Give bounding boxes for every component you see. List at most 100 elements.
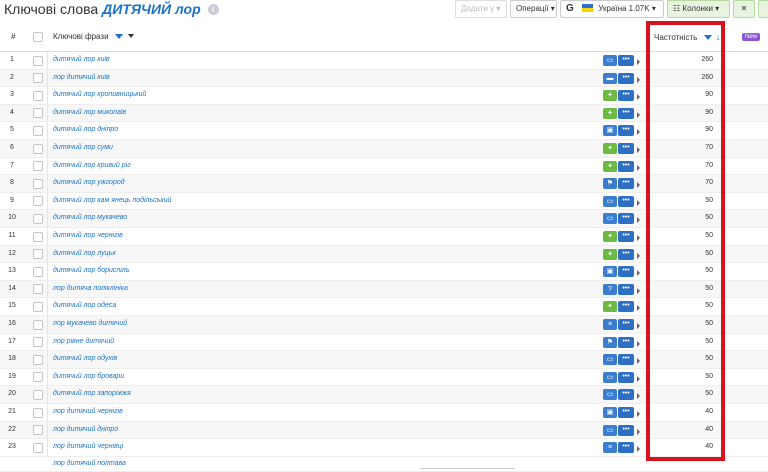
table-row[interactable]: 2 лор дитячий київ ▬ ••• 260 xyxy=(0,69,768,88)
more-options-icon[interactable]: ••• xyxy=(618,55,634,66)
table-row[interactable]: 7 дитячий лор кривий ріг ✦ ••• 70 xyxy=(0,157,768,176)
chevron-right-icon[interactable] xyxy=(637,411,640,417)
table-row[interactable]: 6 дитячий лор суми ✦ ••• 70 xyxy=(0,140,768,158)
more-options-icon[interactable]: ••• xyxy=(618,213,634,225)
row-checkbox[interactable] xyxy=(33,425,43,436)
keyword-phrase-link[interactable]: лор рівне дитячий xyxy=(53,338,114,345)
row-checkbox[interactable] xyxy=(33,301,43,312)
local-pack-icon[interactable]: ✦ xyxy=(603,107,617,119)
row-checkbox[interactable] xyxy=(33,213,43,224)
table-row[interactable]: 20 дитячий лор запоріжжя ▭ ••• 50 xyxy=(0,386,768,404)
chevron-right-icon[interactable] xyxy=(637,182,640,189)
chevron-right-icon[interactable] xyxy=(637,340,640,347)
row-checkbox[interactable] xyxy=(33,125,43,136)
keyword-phrase-link[interactable]: дитячий лор запоріжжя xyxy=(53,390,131,397)
row-checkbox[interactable] xyxy=(33,55,43,66)
region-button[interactable]: G Україна 1.07K ▾ xyxy=(560,0,664,18)
chevron-right-icon[interactable] xyxy=(637,446,640,453)
image-pack-icon[interactable]: ▣ xyxy=(603,125,617,137)
table-row[interactable]: 3 дитячий лор кропивницький ✦ ••• 90 xyxy=(0,87,768,105)
more-options-icon[interactable]: ••• xyxy=(618,143,634,154)
operations-button[interactable]: Операції ▾ xyxy=(510,0,557,18)
more-options-icon[interactable]: ••• xyxy=(618,125,634,137)
table-row[interactable]: 5 дитячий лор дніпро ▣ ••• 90 xyxy=(0,122,768,140)
more-options-icon[interactable]: ••• xyxy=(618,424,634,436)
table-row[interactable]: 15 дитячий лор одеса ✦ ••• 50 xyxy=(0,298,768,316)
more-options-icon[interactable]: ••• xyxy=(618,107,634,119)
more-options-icon[interactable]: ••• xyxy=(618,407,634,418)
row-checkbox[interactable] xyxy=(33,73,43,84)
chevron-right-icon[interactable] xyxy=(637,147,640,153)
keyword-phrase-link[interactable]: дитячий лор кам янець подільський xyxy=(53,197,171,204)
row-checkbox[interactable] xyxy=(33,178,43,189)
chevron-right-icon[interactable] xyxy=(637,393,640,400)
filter-icon[interactable] xyxy=(114,34,123,39)
table-row[interactable]: 1 дитячий лор київ ▭ ••• 260 xyxy=(0,52,768,70)
chevron-right-icon[interactable] xyxy=(637,428,640,435)
more-options-icon[interactable]: ••• xyxy=(618,160,634,172)
chevron-right-icon[interactable] xyxy=(637,76,640,83)
more-options-icon[interactable]: ••• xyxy=(618,231,634,242)
message-icon[interactable]: ▭ xyxy=(603,389,617,401)
map-flag-icon[interactable]: ⚑ xyxy=(603,178,617,190)
more-options-icon[interactable]: ••• xyxy=(618,442,634,454)
sitelinks-icon[interactable]: ▬ xyxy=(603,72,617,84)
message-icon[interactable]: ▭ xyxy=(603,55,617,66)
more-options-icon[interactable]: ••• xyxy=(618,90,634,102)
row-checkbox[interactable] xyxy=(33,266,43,277)
row-checkbox[interactable] xyxy=(33,284,43,295)
row-checkbox[interactable] xyxy=(33,231,43,242)
table-row[interactable]: 18 дитячий лор одухів ▭ ••• 50 xyxy=(0,351,768,369)
row-checkbox[interactable] xyxy=(33,319,43,330)
table-row[interactable]: 23 лор дитячий чернівці ≡ ••• 40 xyxy=(0,439,768,457)
row-checkbox[interactable] xyxy=(33,354,43,365)
table-row[interactable]: 12 дитячий лор луцьк ✦ ••• 50 xyxy=(0,245,768,264)
row-checkbox[interactable] xyxy=(33,196,43,207)
keyword-phrase-link[interactable]: дитячий лор мукачево xyxy=(53,214,127,221)
table-row[interactable]: 21 лор дитячий чернігів ▣ ••• 40 xyxy=(0,404,768,422)
more-options-icon[interactable]: ••• xyxy=(618,389,634,401)
keyword-phrase-link[interactable]: дитячий лор кривий ріг xyxy=(53,162,131,169)
more-options-icon[interactable]: ••• xyxy=(618,354,634,366)
row-checkbox[interactable] xyxy=(33,337,43,348)
table-row[interactable]: 19 дитячий лор бровари ▭ ••• 50 xyxy=(0,368,768,387)
keyword-phrase-link[interactable]: дитячий лор кропивницький xyxy=(53,91,146,98)
keyword-phrase-link[interactable]: дитячий лор київ xyxy=(53,56,110,63)
keyword-phrase-link[interactable]: дитячий лор дніпро xyxy=(53,126,118,133)
chevron-right-icon[interactable] xyxy=(637,305,640,312)
map-flag-icon[interactable]: ⚑ xyxy=(603,336,617,348)
message-icon[interactable]: ▭ xyxy=(603,195,617,207)
local-pack-icon[interactable]: ✦ xyxy=(603,160,617,172)
more-options-icon[interactable]: ••• xyxy=(618,178,634,190)
table-row[interactable]: 16 лор мукачево дитячий ≡ ••• 50 xyxy=(0,316,768,334)
row-checkbox[interactable] xyxy=(33,442,43,453)
more-options-icon[interactable]: ••• xyxy=(618,371,634,383)
local-pack-icon[interactable]: ✦ xyxy=(603,231,617,242)
local-pack-icon[interactable]: ✦ xyxy=(603,90,617,102)
column-phrase-header[interactable]: Ключові фрази xyxy=(53,32,135,41)
keyword-phrase-link[interactable]: дитячий лор одухів xyxy=(53,355,117,362)
chevron-right-icon[interactable] xyxy=(637,129,640,136)
keyword-phrase-link[interactable]: лор дитяча поліклініка xyxy=(53,285,128,292)
row-checkbox[interactable] xyxy=(33,389,43,400)
message-icon[interactable]: ▭ xyxy=(603,354,617,366)
chevron-right-icon[interactable] xyxy=(637,235,640,241)
chevron-right-icon[interactable] xyxy=(637,287,640,294)
chevron-right-icon[interactable] xyxy=(637,375,640,382)
message-icon[interactable]: ▭ xyxy=(603,371,617,383)
chevron-right-icon[interactable] xyxy=(637,217,640,224)
keyword-phrase-link[interactable]: дитячий лор суми xyxy=(53,144,113,151)
more-options-icon[interactable]: ••• xyxy=(618,195,634,207)
table-row[interactable]: 13 дитячий лор бориспіль ▣ ••• 50 xyxy=(0,263,768,281)
question-icon[interactable]: ? xyxy=(603,283,617,295)
close-button[interactable]: ✕ xyxy=(733,0,755,18)
horizontal-scrollbar[interactable] xyxy=(420,468,515,471)
more-options-icon[interactable]: ••• xyxy=(618,336,634,348)
more-options-icon[interactable]: ••• xyxy=(618,72,634,84)
chevron-right-icon[interactable] xyxy=(637,270,640,277)
column-frequency-header[interactable]: Частотність ↓ xyxy=(654,32,720,42)
local-pack-icon[interactable]: ✦ xyxy=(603,248,617,260)
keyword-phrase-link[interactable]: дитячий лор ужгород xyxy=(53,179,125,186)
list-icon[interactable]: ≡ xyxy=(603,442,617,454)
message-icon[interactable]: ▭ xyxy=(603,424,617,436)
